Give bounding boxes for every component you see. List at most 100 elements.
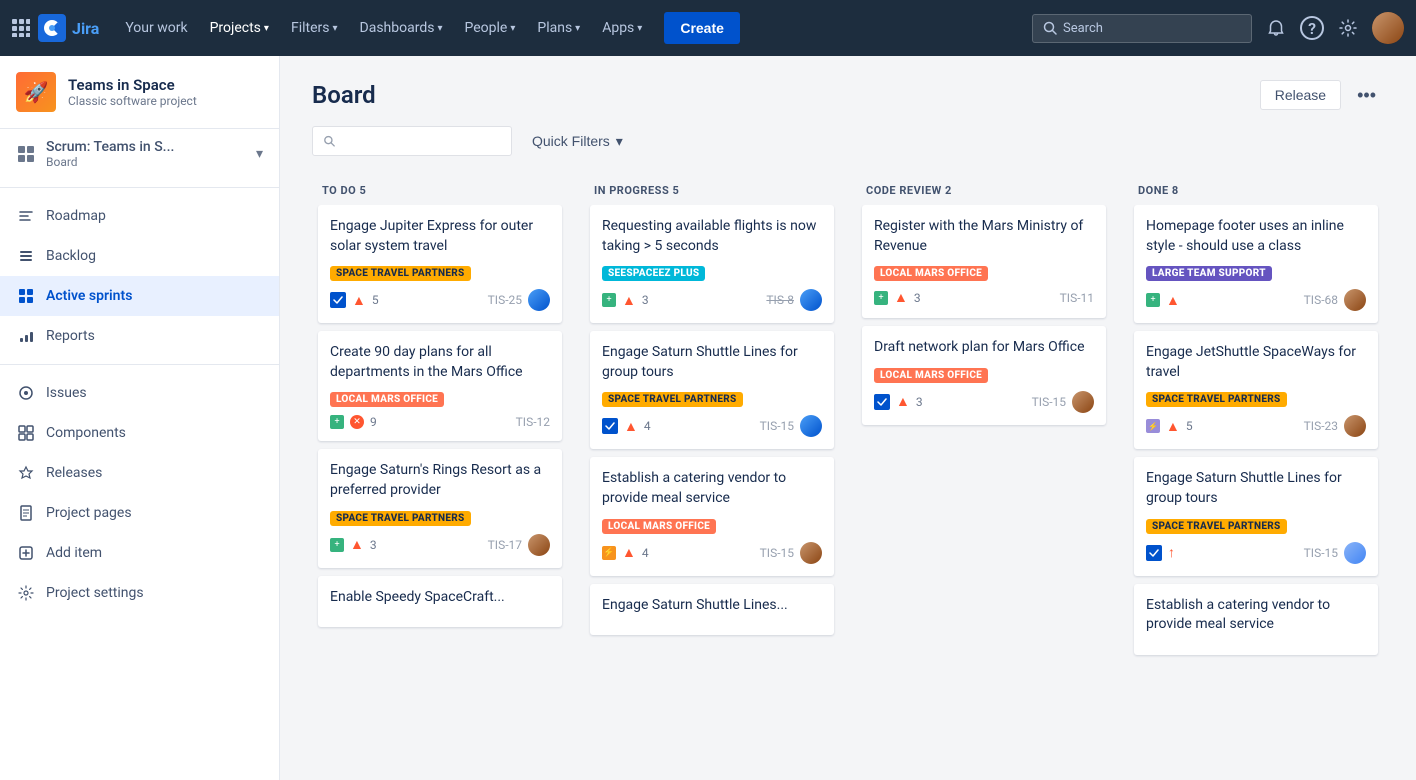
card-tis68-priority: ▲ <box>1166 292 1180 309</box>
card-tis11-title: Register with the Mars Ministry of Reven… <box>874 217 1094 256</box>
search-box[interactable]: Search <box>1032 14 1252 43</box>
sidebar-scrum-selector[interactable]: Scrum: Teams in S... Board ▾ <box>0 129 279 179</box>
board-search[interactable] <box>312 126 512 156</box>
card-tis8-avatar <box>800 289 822 311</box>
card-tis15-draft-id: TIS-15 <box>1032 395 1066 409</box>
card-tis12-story: 9 <box>370 415 377 429</box>
sidebar-item-releases[interactable]: Releases <box>0 453 279 493</box>
card-inprog-partial[interactable]: Engage Saturn Shuttle Lines... <box>590 584 834 636</box>
card-tis68-footer: + ▲ TIS-68 <box>1146 289 1366 311</box>
nav-projects[interactable]: Projects ▾ <box>200 12 279 44</box>
card-tis15-done-title: Engage Saturn Shuttle Lines for group to… <box>1146 469 1366 508</box>
notifications-icon[interactable] <box>1260 12 1292 44</box>
card-tis11[interactable]: Register with the Mars Ministry of Reven… <box>862 205 1106 318</box>
card-tis15-inprog-tag: SPACE TRAVEL PARTNERS <box>602 392 743 407</box>
card-tis23[interactable]: Engage JetShuttle SpaceWays for travel S… <box>1134 331 1378 449</box>
card-tis25-story: 5 <box>372 293 379 307</box>
more-options-button[interactable]: ••• <box>1349 81 1384 110</box>
card-tis8[interactable]: Requesting available flights is now taki… <box>590 205 834 323</box>
main-content: Board Release ••• Quick Filters ▾ <box>280 56 1416 780</box>
search-icon <box>1043 21 1057 35</box>
sidebar-item-components[interactable]: Components <box>0 413 279 453</box>
card-tis25-avatar <box>528 289 550 311</box>
logo-text: Jira <box>72 19 99 38</box>
card-tis15-inprog-id: TIS-15 <box>760 419 794 433</box>
card-tis68-type: + <box>1146 293 1160 307</box>
sidebar-item-add-item[interactable]: Add item <box>0 533 279 573</box>
components-label: Components <box>46 425 126 441</box>
projects-chevron: ▾ <box>264 23 269 34</box>
releases-label: Releases <box>46 465 102 481</box>
card-tis12-id: TIS-12 <box>516 415 550 429</box>
sidebar-item-roadmap[interactable]: Roadmap <box>0 196 279 236</box>
release-button[interactable]: Release <box>1260 80 1341 110</box>
card-tis68-id: TIS-68 <box>1304 293 1338 307</box>
card-tis15-inprog-check <box>602 418 618 434</box>
card-tis12[interactable]: Create 90 day plans for all departments … <box>318 331 562 441</box>
nav-plans[interactable]: Plans ▾ <box>527 12 590 44</box>
card-tis15-done[interactable]: Engage Saturn Shuttle Lines for group to… <box>1134 457 1378 575</box>
card-tis15-inprog-title: Engage Saturn Shuttle Lines for group to… <box>602 343 822 382</box>
filter-bar: Quick Filters ▾ <box>280 110 1416 172</box>
apps-chevron: ▾ <box>637 23 642 34</box>
quick-filters-button[interactable]: Quick Filters ▾ <box>524 127 631 156</box>
card-tis25[interactable]: Engage Jupiter Express for outer solar s… <box>318 205 562 323</box>
nav-filters[interactable]: Filters ▾ <box>281 12 348 44</box>
card-todo-partial[interactable]: Enable Speedy SpaceCraft... <box>318 576 562 628</box>
project-type: Classic software project <box>68 94 197 108</box>
card-tis15-draft-footer: ▲ 3 TIS-15 <box>874 391 1094 413</box>
board-search-input[interactable] <box>342 133 501 149</box>
card-done-partial[interactable]: Establish a catering vendor to provide m… <box>1134 584 1378 655</box>
card-tis8-footer: + ▲ 3 TIS-8 <box>602 289 822 311</box>
card-todo-partial-title: Enable Speedy SpaceCraft... <box>330 588 550 608</box>
card-tis15-draft-check <box>874 394 890 410</box>
create-button[interactable]: Create <box>664 12 740 44</box>
scrum-info: Scrum: Teams in S... Board <box>46 139 174 169</box>
nav-apps[interactable]: Apps ▾ <box>592 12 652 44</box>
card-tis15-inprog[interactable]: Engage Saturn Shuttle Lines for group to… <box>590 331 834 449</box>
card-tis15-catering-footer: ⚡ ▲ 4 TIS-15 <box>602 542 822 564</box>
card-tis17[interactable]: Engage Saturn's Rings Resort as a prefer… <box>318 449 562 567</box>
card-tis25-tag: SPACE TRAVEL PARTNERS <box>330 266 471 281</box>
project-name: Teams in Space <box>68 76 197 94</box>
sidebar-item-active-sprints[interactable]: Active sprints <box>0 276 279 316</box>
nav-your-work[interactable]: Your work <box>115 12 197 44</box>
scrum-chevron: ▾ <box>256 146 263 162</box>
sidebar-item-reports[interactable]: Reports <box>0 316 279 356</box>
active-sprints-icon <box>16 286 36 306</box>
user-avatar[interactable] <box>1372 12 1404 44</box>
card-tis15-draft[interactable]: Draft network plan for Mars Office LOCAL… <box>862 326 1106 425</box>
dashboards-chevron: ▾ <box>437 23 442 34</box>
issues-icon <box>16 383 36 403</box>
card-tis15-catering-title: Establish a catering vendor to provide m… <box>602 469 822 508</box>
card-tis68-avatar <box>1344 289 1366 311</box>
sidebar-item-issues[interactable]: Issues <box>0 373 279 413</box>
add-item-label: Add item <box>46 545 102 561</box>
column-done-cards: Homepage footer uses an inline style - s… <box>1126 205 1386 756</box>
sidebar-item-backlog[interactable]: Backlog <box>0 236 279 276</box>
card-tis68[interactable]: Homepage footer uses an inline style - s… <box>1134 205 1378 323</box>
card-tis15-catering[interactable]: Establish a catering vendor to provide m… <box>590 457 834 575</box>
card-tis17-story: 3 <box>370 538 377 552</box>
card-tis11-footer: + ▲ 3 TIS-11 <box>874 289 1094 306</box>
card-tis15-done-avatar <box>1344 542 1366 564</box>
nav-dashboards[interactable]: Dashboards ▾ <box>350 12 453 44</box>
column-inprogress: IN PROGRESS 5 Requesting available fligh… <box>582 172 842 756</box>
column-todo: TO DO 5 Engage Jupiter Express for outer… <box>310 172 570 756</box>
project-pages-icon <box>16 503 36 523</box>
nav-people[interactable]: People ▾ <box>454 12 525 44</box>
jira-logo[interactable]: Jira <box>38 14 99 42</box>
search-placeholder: Search <box>1063 21 1103 36</box>
app-grid-icon[interactable] <box>12 19 30 37</box>
card-tis15-inprog-priority: ▲ <box>624 418 638 435</box>
help-icon[interactable]: ? <box>1300 16 1324 40</box>
backlog-label: Backlog <box>46 248 96 264</box>
sidebar-item-project-settings[interactable]: Project settings <box>0 573 279 613</box>
board-title: Board <box>312 81 376 109</box>
sidebar-item-project-pages[interactable]: Project pages <box>0 493 279 533</box>
project-header: 🚀 Teams in Space Classic software projec… <box>0 56 279 129</box>
card-tis15-done-id: TIS-15 <box>1304 546 1338 560</box>
card-tis17-id: TIS-17 <box>488 538 522 552</box>
settings-icon[interactable] <box>1332 12 1364 44</box>
board-header: Board Release ••• <box>280 56 1416 110</box>
